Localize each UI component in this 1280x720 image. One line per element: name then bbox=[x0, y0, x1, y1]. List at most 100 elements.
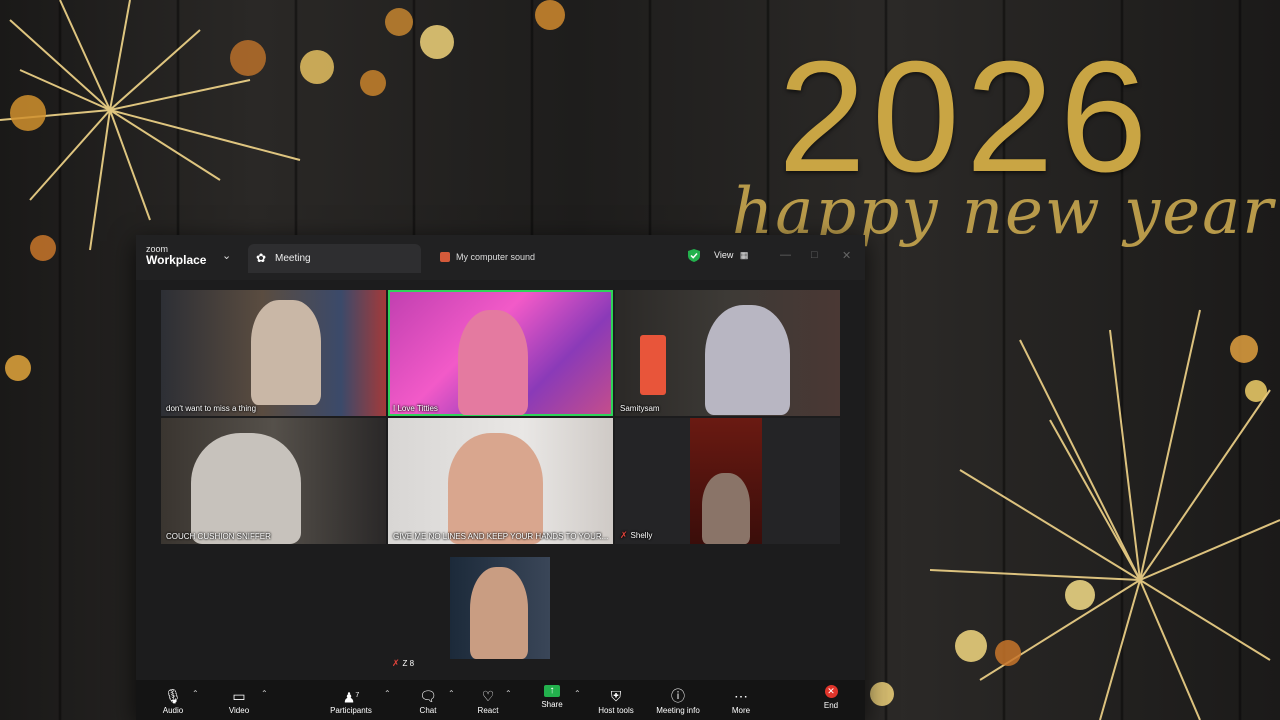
zoom-workplace-logo[interactable]: zoom Workplace bbox=[146, 244, 206, 267]
grid-icon: ▦ bbox=[739, 250, 749, 260]
participant-tile[interactable]: COUCH CUSHION SNIFFER bbox=[161, 418, 386, 544]
shield-icon: ⛨ bbox=[610, 688, 622, 704]
bokeh-light bbox=[995, 640, 1021, 666]
bokeh-light bbox=[1230, 335, 1258, 363]
participants-label: Participants bbox=[330, 706, 372, 715]
chat-button[interactable]: 🗨 Chat bbox=[416, 680, 440, 720]
firework-top-left bbox=[0, 0, 301, 251]
participant-tile[interactable]: GIVE ME NO LINES AND KEEP YOUR HANDS TO … bbox=[388, 418, 613, 544]
bokeh-light bbox=[955, 630, 987, 662]
bokeh-light bbox=[360, 70, 386, 96]
chat-bubble-icon: 🗨 bbox=[419, 688, 437, 704]
maximize-icon[interactable]: □ bbox=[811, 249, 818, 261]
share-screen-icon: ↑ bbox=[544, 685, 560, 697]
bokeh-light bbox=[1065, 580, 1095, 610]
participant-video bbox=[448, 433, 543, 544]
bokeh-light bbox=[535, 0, 565, 30]
info-icon: ⓘ bbox=[671, 688, 685, 704]
logo-big-text: Workplace bbox=[146, 253, 207, 267]
participant-video bbox=[705, 305, 790, 415]
participants-options-caret[interactable]: ⌃ bbox=[384, 689, 391, 698]
meeting-info-button[interactable]: ⓘ Meeting info bbox=[651, 680, 705, 720]
zoom-meeting-window: zoom Workplace ⌄ ✿ Meeting My computer s… bbox=[136, 235, 865, 720]
participants-count: 7 bbox=[355, 692, 360, 699]
audio-button[interactable]: 🎙 Audio bbox=[158, 680, 188, 720]
meeting-info-label: Meeting info bbox=[656, 706, 700, 715]
participant-tile[interactable]: Samitysam bbox=[615, 290, 840, 416]
participant-name-muted: ✗ Shelly bbox=[620, 530, 652, 541]
mic-muted-icon: ✗ bbox=[392, 658, 400, 668]
participant-tile-active-speaker[interactable]: I Love Titties bbox=[388, 290, 613, 416]
video-camera-icon: ▭ bbox=[232, 688, 246, 704]
participant-name-text: Shelly bbox=[630, 531, 653, 540]
view-button[interactable]: View ▦ bbox=[714, 250, 748, 261]
participant-name: COUCH CUSHION SNIFFER bbox=[166, 532, 271, 541]
end-label: End bbox=[823, 701, 839, 710]
video-label: Video bbox=[228, 706, 250, 715]
ellipsis-icon: ⋯ bbox=[734, 688, 748, 704]
self-view-tile[interactable] bbox=[450, 557, 550, 659]
lamp-video-detail bbox=[640, 335, 666, 395]
year-heading: 2026 bbox=[778, 29, 1154, 205]
chevron-down-icon[interactable]: ⌄ bbox=[222, 249, 231, 262]
participant-name: GIVE ME NO LINES AND KEEP YOUR HANDS TO … bbox=[393, 532, 609, 541]
tab-computer-sound[interactable]: My computer sound bbox=[440, 252, 535, 262]
minimize-icon[interactable]: — bbox=[780, 249, 791, 261]
participant-video bbox=[458, 310, 528, 415]
mic-muted-icon: ✗ bbox=[620, 530, 628, 540]
participant-name: don't want to miss a thing bbox=[166, 404, 257, 413]
tab-meeting-label: Meeting bbox=[275, 253, 311, 264]
sound-share-icon bbox=[440, 252, 450, 262]
close-icon[interactable]: ✕ bbox=[842, 249, 851, 262]
self-view-name: ✗ Z 8 bbox=[392, 658, 414, 669]
end-button[interactable]: ✕ End bbox=[821, 680, 841, 720]
microphone-icon: 🎙 bbox=[164, 688, 182, 704]
react-label: React bbox=[477, 706, 499, 715]
participants-button[interactable]: ♟7 Participants bbox=[326, 680, 376, 720]
audio-options-caret[interactable]: ⌃ bbox=[192, 689, 199, 698]
bokeh-light bbox=[230, 40, 266, 76]
participant-name-text: Z 8 bbox=[402, 659, 415, 668]
video-button[interactable]: ▭ Video bbox=[224, 680, 254, 720]
share-label: Share bbox=[541, 700, 563, 709]
more-label: More bbox=[731, 706, 751, 715]
share-button[interactable]: ↑ Share bbox=[539, 680, 565, 720]
share-options-caret[interactable]: ⌃ bbox=[574, 689, 581, 698]
encryption-shield-icon[interactable] bbox=[688, 249, 700, 262]
participant-tile[interactable]: ✗ Shelly bbox=[615, 418, 840, 544]
participants-icon: ♟7 bbox=[342, 689, 360, 706]
chat-options-caret[interactable]: ⌃ bbox=[448, 689, 455, 698]
host-tools-label: Host tools bbox=[598, 706, 634, 715]
title-bar: zoom Workplace ⌄ ✿ Meeting My computer s… bbox=[136, 235, 865, 280]
view-label: View bbox=[714, 250, 734, 260]
tab-sound-label: My computer sound bbox=[456, 252, 536, 262]
bokeh-light bbox=[385, 8, 413, 36]
chat-label: Chat bbox=[419, 706, 437, 715]
heart-icon: ♡ bbox=[481, 688, 495, 704]
firework-bottom-right bbox=[929, 309, 1280, 720]
bokeh-light bbox=[300, 50, 334, 84]
bokeh-light bbox=[870, 682, 894, 706]
participant-tile[interactable]: don't want to miss a thing bbox=[161, 290, 386, 416]
participant-name: I Love Titties bbox=[393, 404, 438, 413]
bokeh-light bbox=[1245, 380, 1267, 402]
react-options-caret[interactable]: ⌃ bbox=[505, 689, 512, 698]
react-button[interactable]: ♡ React bbox=[476, 680, 500, 720]
participant-video bbox=[690, 418, 762, 544]
video-options-caret[interactable]: ⌃ bbox=[261, 689, 268, 698]
host-tools-button[interactable]: ⛨ Host tools bbox=[594, 680, 638, 720]
meeting-toolbar: 🎙 Audio ⌃ ▭ Video ⌃ ♟7 Participants ⌃ 🗨 … bbox=[136, 680, 865, 720]
participant-video bbox=[191, 433, 301, 544]
more-button[interactable]: ⋯ More bbox=[728, 680, 754, 720]
participant-name: Samitysam bbox=[620, 404, 660, 413]
bokeh-light bbox=[10, 95, 46, 131]
participant-video bbox=[251, 300, 321, 405]
end-call-icon: ✕ bbox=[824, 685, 838, 698]
paw-icon: ✿ bbox=[256, 251, 267, 265]
audio-label: Audio bbox=[162, 706, 184, 715]
bokeh-light bbox=[30, 235, 56, 261]
bokeh-light bbox=[420, 25, 454, 59]
tab-meeting[interactable]: ✿ Meeting bbox=[248, 244, 421, 273]
bokeh-light bbox=[5, 355, 31, 381]
participant-video bbox=[470, 567, 528, 659]
